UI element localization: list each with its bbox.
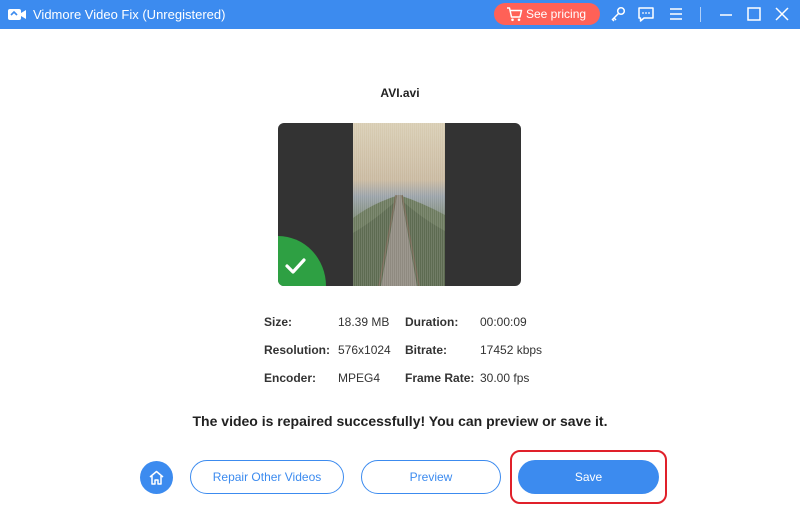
duration-value: 00:00:09 <box>480 315 527 329</box>
video-info: Size: 18.39 MB Duration: 00:00:09 Resolu… <box>0 313 800 397</box>
save-button[interactable]: Save <box>518 460 659 494</box>
bitrate-value: 17452 kbps <box>480 343 543 357</box>
size-label: Size: <box>264 315 293 329</box>
info-row: Encoder: MPEG4 Frame Rate: 30.00 fps <box>0 369 800 397</box>
resolution-value: 576x1024 <box>338 343 391 357</box>
video-frame-image <box>353 123 445 286</box>
repair-other-videos-button[interactable]: Repair Other Videos <box>190 460 344 494</box>
info-row: Size: 18.39 MB Duration: 00:00:09 <box>0 313 800 341</box>
see-pricing-label: See pricing <box>526 7 587 21</box>
framerate-label: Frame Rate: <box>405 371 475 385</box>
encoder-label: Encoder: <box>264 371 317 385</box>
titlebar-divider <box>700 7 701 22</box>
see-pricing-button[interactable]: See pricing <box>494 3 600 25</box>
close-icon[interactable] <box>773 5 791 23</box>
key-icon[interactable] <box>609 5 627 23</box>
app-logo-icon <box>8 9 26 20</box>
menu-icon[interactable] <box>667 5 685 23</box>
maximize-icon[interactable] <box>745 5 763 23</box>
title-bar: Vidmore Video Fix (Unregistered) See pri… <box>0 0 800 29</box>
preview-button[interactable]: Preview <box>361 460 501 494</box>
bitrate-label: Bitrate: <box>405 343 448 357</box>
encoder-value: MPEG4 <box>338 371 381 385</box>
home-icon <box>149 470 164 485</box>
duration-label: Duration: <box>405 315 459 329</box>
info-row: Resolution: 576x1024 Bitrate: 17452 kbps <box>0 341 800 369</box>
success-message: The video is repaired successfully! You … <box>192 413 608 429</box>
resolution-label: Resolution: <box>264 343 330 357</box>
cart-icon <box>507 7 523 22</box>
size-value: 18.39 MB <box>338 315 390 329</box>
file-name: AVI.avi <box>380 86 420 100</box>
minimize-icon[interactable] <box>717 5 735 23</box>
framerate-value: 30.00 fps <box>480 371 530 385</box>
home-button[interactable] <box>140 461 173 494</box>
video-thumbnail <box>278 123 521 286</box>
app-title: Vidmore Video Fix (Unregistered) <box>33 7 226 22</box>
success-check-icon <box>278 236 326 286</box>
feedback-icon[interactable] <box>637 5 655 23</box>
